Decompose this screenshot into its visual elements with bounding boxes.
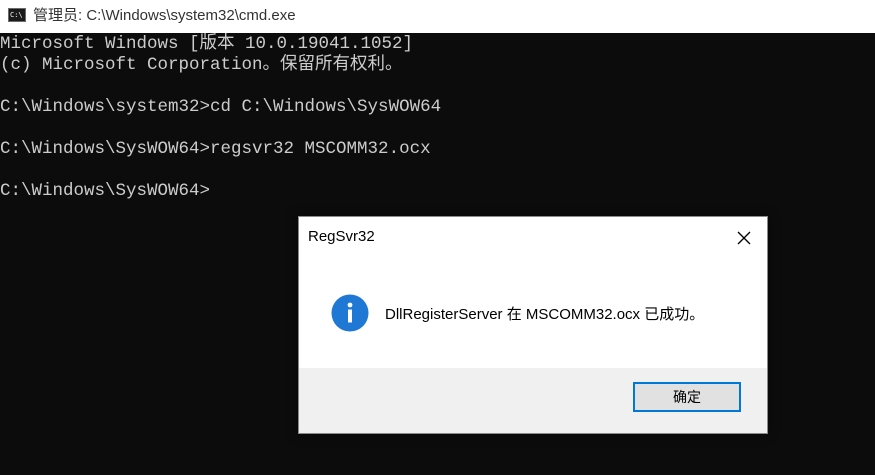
dialog-close-button[interactable] xyxy=(721,217,767,259)
cmd-window: C:\ 管理员: C:\Windows\system32\cmd.exe Mic… xyxy=(0,0,875,475)
info-icon xyxy=(331,294,369,332)
window-title: 管理员: C:\Windows\system32\cmd.exe xyxy=(33,7,296,24)
console-line: C:\Windows\system32>cd C:\Windows\SysWOW… xyxy=(0,97,442,117)
dialog-footer: 确定 xyxy=(299,368,767,433)
regsvr32-dialog: RegSvr32 DllRegisterServer 在 MSCOMM32.oc… xyxy=(298,216,768,434)
console-line: C:\Windows\SysWOW64>regsvr32 MSCOMM32.oc… xyxy=(0,139,431,159)
window-titlebar[interactable]: C:\ 管理员: C:\Windows\system32\cmd.exe xyxy=(0,0,875,33)
console-line: Microsoft Windows [版本 10.0.19041.1052] xyxy=(0,34,414,54)
close-icon xyxy=(737,231,751,245)
console-line: (c) Microsoft Corporation。保留所有权利。 xyxy=(0,55,403,75)
cmd-icon: C:\ xyxy=(8,8,26,22)
dialog-title: RegSvr32 xyxy=(308,228,375,245)
ok-button[interactable]: 确定 xyxy=(633,382,741,412)
console-prompt: C:\Windows\SysWOW64> xyxy=(0,181,211,201)
dialog-body: DllRegisterServer 在 MSCOMM32.ocx 已成功。 xyxy=(299,261,767,368)
dialog-titlebar[interactable]: RegSvr32 xyxy=(299,217,767,261)
dialog-message: DllRegisterServer 在 MSCOMM32.ocx 已成功。 xyxy=(385,306,705,323)
